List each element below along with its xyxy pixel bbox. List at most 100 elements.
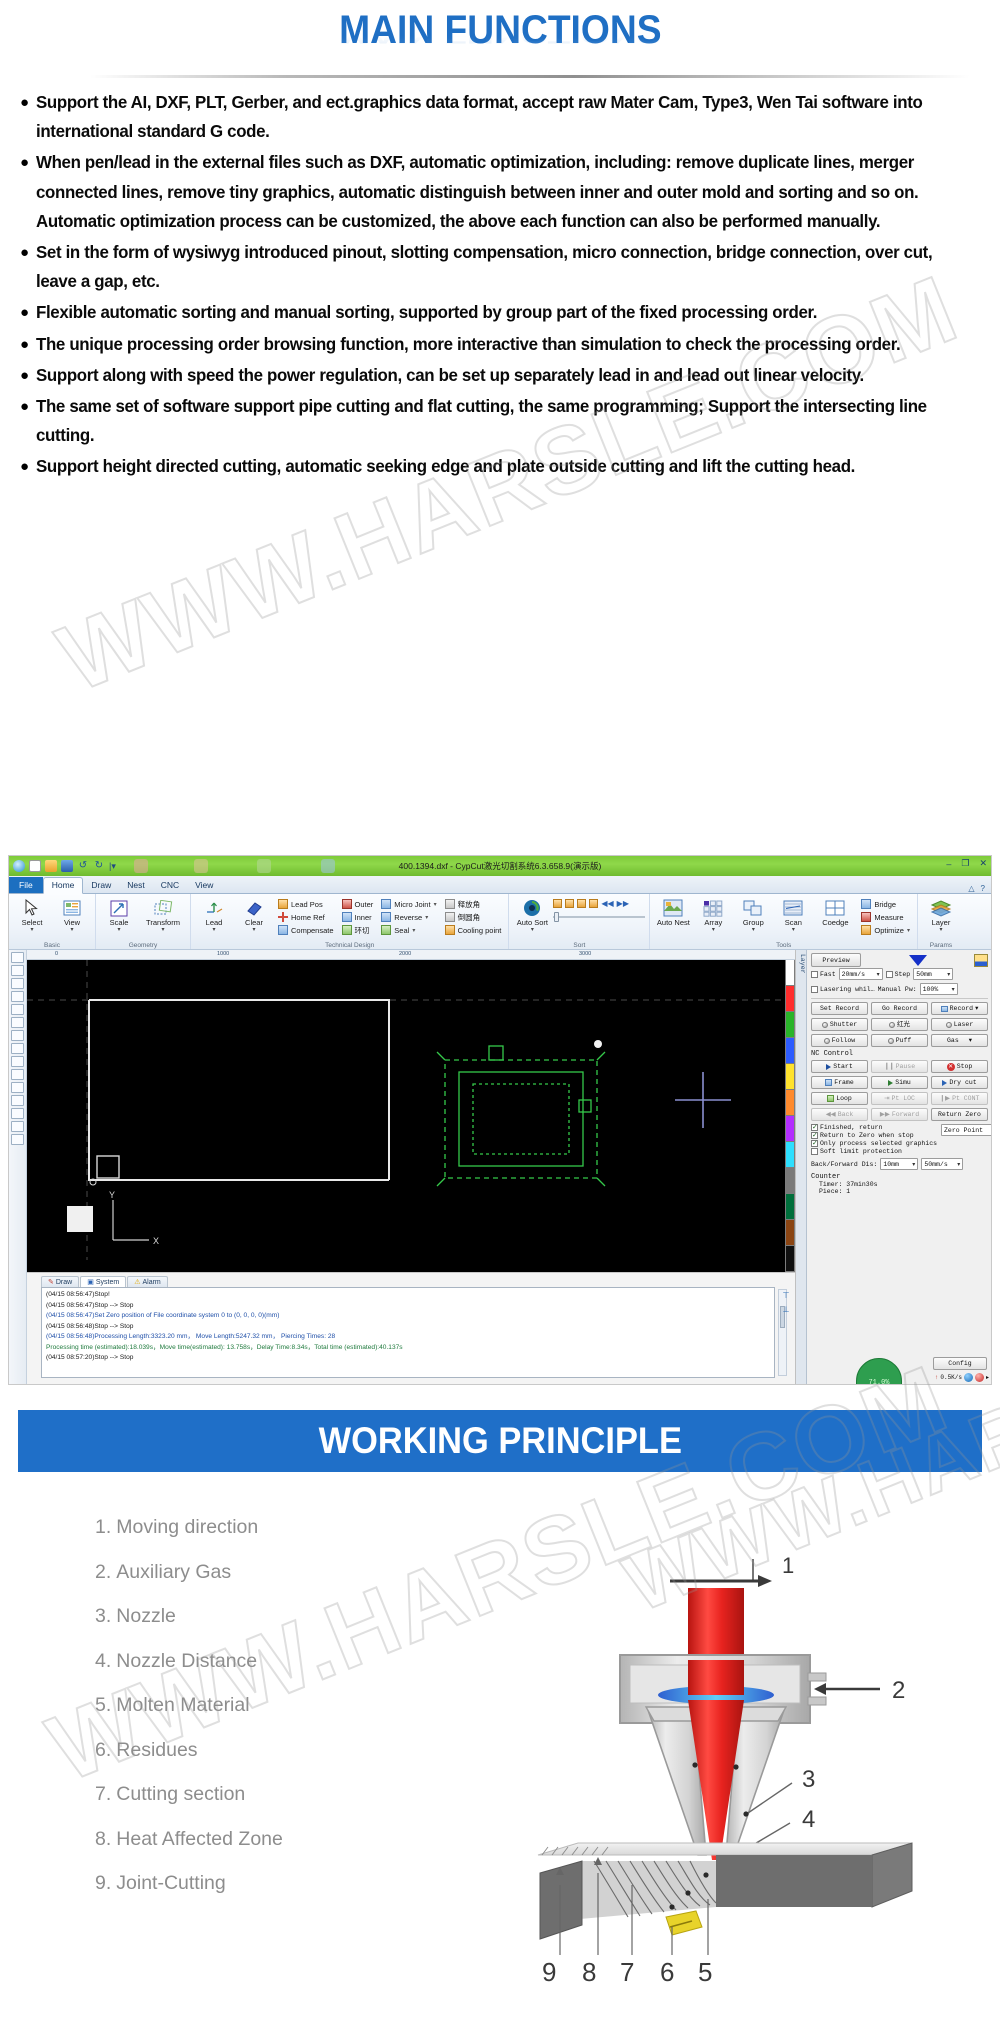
chevron-down-icon[interactable]: ▾ (212, 927, 215, 933)
log-output[interactable]: (04/15 08:56:47)Stop! (04/15 08:56:47)St… (41, 1287, 775, 1378)
compensate-button[interactable]: Compensate (275, 924, 337, 936)
return-zero-on-stop-checkbox[interactable]: Return to Zero when stop (811, 1131, 937, 1140)
laser-button[interactable]: Laser (931, 1018, 988, 1031)
chevron-down-icon[interactable]: ▾ (907, 927, 910, 934)
layer-button[interactable]: Layer ▾ (922, 896, 960, 933)
puff-button[interactable]: Puff (871, 1034, 928, 1047)
only-selected-graphics-checkbox[interactable]: Only process selected graphics (811, 1139, 937, 1148)
start-button[interactable]: Start (811, 1060, 868, 1073)
record-dropdown-button[interactable]: Record ▾ (931, 1002, 988, 1015)
fast-speed-select[interactable]: 20mm/s ▾ (838, 968, 883, 980)
checkbox-box[interactable] (811, 1139, 818, 1148)
log-tab-strip[interactable]: ✎ Draw ▣ System ⚠ Alarm (27, 1273, 795, 1287)
view-button[interactable]: View ▾ (53, 896, 91, 933)
chevron-down-icon[interactable]: ▾ (969, 1035, 972, 1047)
loop-button[interactable]: Loop (811, 1092, 868, 1105)
sort-backward-icon[interactable] (565, 899, 575, 908)
chevron-down-icon[interactable]: ▾ (952, 986, 955, 993)
micro-joint-button[interactable]: Micro Joint ▾ (378, 898, 439, 910)
lead-pos-button[interactable]: Lead Pos (275, 898, 337, 910)
window-controls[interactable]: – ❐ ✕ (946, 858, 987, 869)
move-down-icon[interactable] (908, 954, 927, 966)
back-forward-speed-select[interactable]: 50mm/s ▾ (921, 1158, 964, 1170)
point-cont-button[interactable]: ❙▶ Pt CONT (931, 1092, 988, 1105)
circle-tool-icon[interactable] (11, 1017, 24, 1028)
chevron-down-icon[interactable]: ▾ (117, 927, 120, 933)
scroll-top-icon[interactable]: ⊤ (779, 1289, 793, 1303)
back-forward-dis-select[interactable]: 10mm ▾ (880, 1158, 919, 1170)
chevron-down-icon[interactable]: ▾ (877, 971, 880, 978)
scroll-bottom-icon[interactable]: ⊥ (779, 1303, 793, 1317)
sort-up-icon[interactable] (577, 899, 587, 908)
pointer-tool-icon[interactable] (11, 952, 24, 963)
forward-button[interactable]: ▶▶ Forward (871, 1108, 928, 1121)
step-size-select[interactable]: 50mm ▾ (913, 968, 954, 980)
lasering-while-moving-checkbox[interactable]: Lasering whil… (811, 985, 875, 993)
chevron-down-icon[interactable]: ▾ (792, 927, 795, 933)
go-record-button[interactable]: Go Record (871, 1002, 928, 1015)
chevron-down-icon[interactable]: ▾ (939, 927, 942, 933)
dry-cut-button[interactable]: Dry cut (931, 1076, 988, 1089)
chevron-down-icon[interactable]: ▾ (957, 1161, 960, 1168)
point-loc-button[interactable]: ⇥ Pt LOC (871, 1092, 928, 1105)
chevron-down-icon[interactable]: ▾ (712, 927, 715, 933)
log-side-buttons[interactable]: ⊤ ⊥ (779, 1289, 793, 1317)
log-tab-system[interactable]: ▣ System (80, 1276, 127, 1287)
optimize-button[interactable]: Optimize ▾ (858, 924, 913, 936)
cooling-point-button[interactable]: Cooling point (442, 924, 505, 936)
chevron-down-icon[interactable]: ▾ (975, 1003, 978, 1015)
layer-swatch-yellow[interactable] (785, 1064, 795, 1090)
auto-sort-button[interactable]: Auto Sort ▾ (513, 896, 551, 933)
soft-limit-checkbox[interactable]: Soft limit protection (811, 1148, 937, 1155)
chevron-down-icon[interactable]: ▾ (70, 927, 73, 933)
auto-nest-button[interactable]: Auto Nest (654, 896, 692, 927)
layer-swatch-grey[interactable] (785, 1168, 795, 1194)
slider-knob[interactable] (554, 912, 560, 922)
left-tool-palette[interactable] (9, 950, 27, 1384)
log-tab-draw[interactable]: ✎ Draw (41, 1276, 80, 1287)
log-tab-alarm[interactable]: ⚠ Alarm (127, 1276, 168, 1287)
reverse-button[interactable]: Reverse ▾ (378, 911, 439, 923)
minimize-button[interactable]: – (946, 859, 951, 869)
trim-tool-icon[interactable] (11, 1121, 24, 1132)
polygon-tool-icon[interactable] (11, 1043, 24, 1054)
layer-swatch-green[interactable] (785, 1012, 795, 1038)
explode-tool-icon[interactable] (11, 1134, 24, 1145)
tab-file[interactable]: File (9, 877, 43, 893)
inner-button[interactable]: Inner (339, 911, 377, 923)
rectangle-tool-icon[interactable] (11, 1004, 24, 1015)
maximize-button[interactable]: ❐ (961, 858, 969, 869)
array-button[interactable]: Array ▾ (694, 896, 732, 933)
checkbox-box[interactable] (811, 1123, 818, 1132)
node-tool-icon[interactable] (11, 965, 24, 976)
stop-button[interactable]: ✕ Stop (931, 1060, 988, 1073)
gas-select-button[interactable]: Gas ▾ (931, 1034, 988, 1047)
rotate-tool-icon[interactable] (11, 1095, 24, 1106)
help-icon[interactable]: ? (981, 884, 985, 893)
group-button[interactable]: Group ▾ (734, 896, 772, 933)
tab-cnc[interactable]: CNC (153, 878, 187, 893)
layer-swatch-orange[interactable] (785, 1090, 795, 1116)
layer-swatch-dark-green[interactable] (785, 1194, 795, 1220)
drawing-canvas[interactable]: Y X (27, 960, 795, 1272)
arc-tool-icon[interactable] (11, 1030, 24, 1041)
manual-power-select[interactable]: 100% ▾ (919, 983, 958, 995)
layer-swatch-brown[interactable] (785, 1220, 795, 1246)
fillet-button[interactable]: 倒圆角 (442, 911, 505, 923)
control-panel[interactable]: Layer Preview Fast 20mm/s ▾ Step 50mm ▾ … (795, 950, 991, 1384)
expand-icon[interactable]: ▸ (986, 1374, 989, 1381)
follow-button[interactable]: Follow (811, 1034, 868, 1047)
layer-swatch-black[interactable] (785, 1246, 795, 1272)
ribbon-toolbar[interactable]: Select ▾ View ▾ Basic Scale ▾ Transform … (9, 894, 991, 950)
outer-button[interactable]: Outer (339, 898, 377, 910)
sort-last-icon[interactable]: ▶▶ (617, 899, 629, 908)
layer-swatch-cyan[interactable] (785, 1142, 795, 1168)
transform-button[interactable]: Transform ▾ (140, 896, 186, 933)
sort-first-icon[interactable]: ◀◀ (601, 899, 613, 908)
layer-swatch-white[interactable] (785, 960, 795, 986)
seal-button[interactable]: Seal ▾ (378, 924, 439, 936)
simulate-button[interactable]: Simu (871, 1076, 928, 1089)
clear-button[interactable]: Clear ▾ (235, 896, 273, 933)
lead-button[interactable]: Lead ▾ (195, 896, 233, 933)
chevron-down-icon[interactable]: ▾ (30, 927, 33, 933)
